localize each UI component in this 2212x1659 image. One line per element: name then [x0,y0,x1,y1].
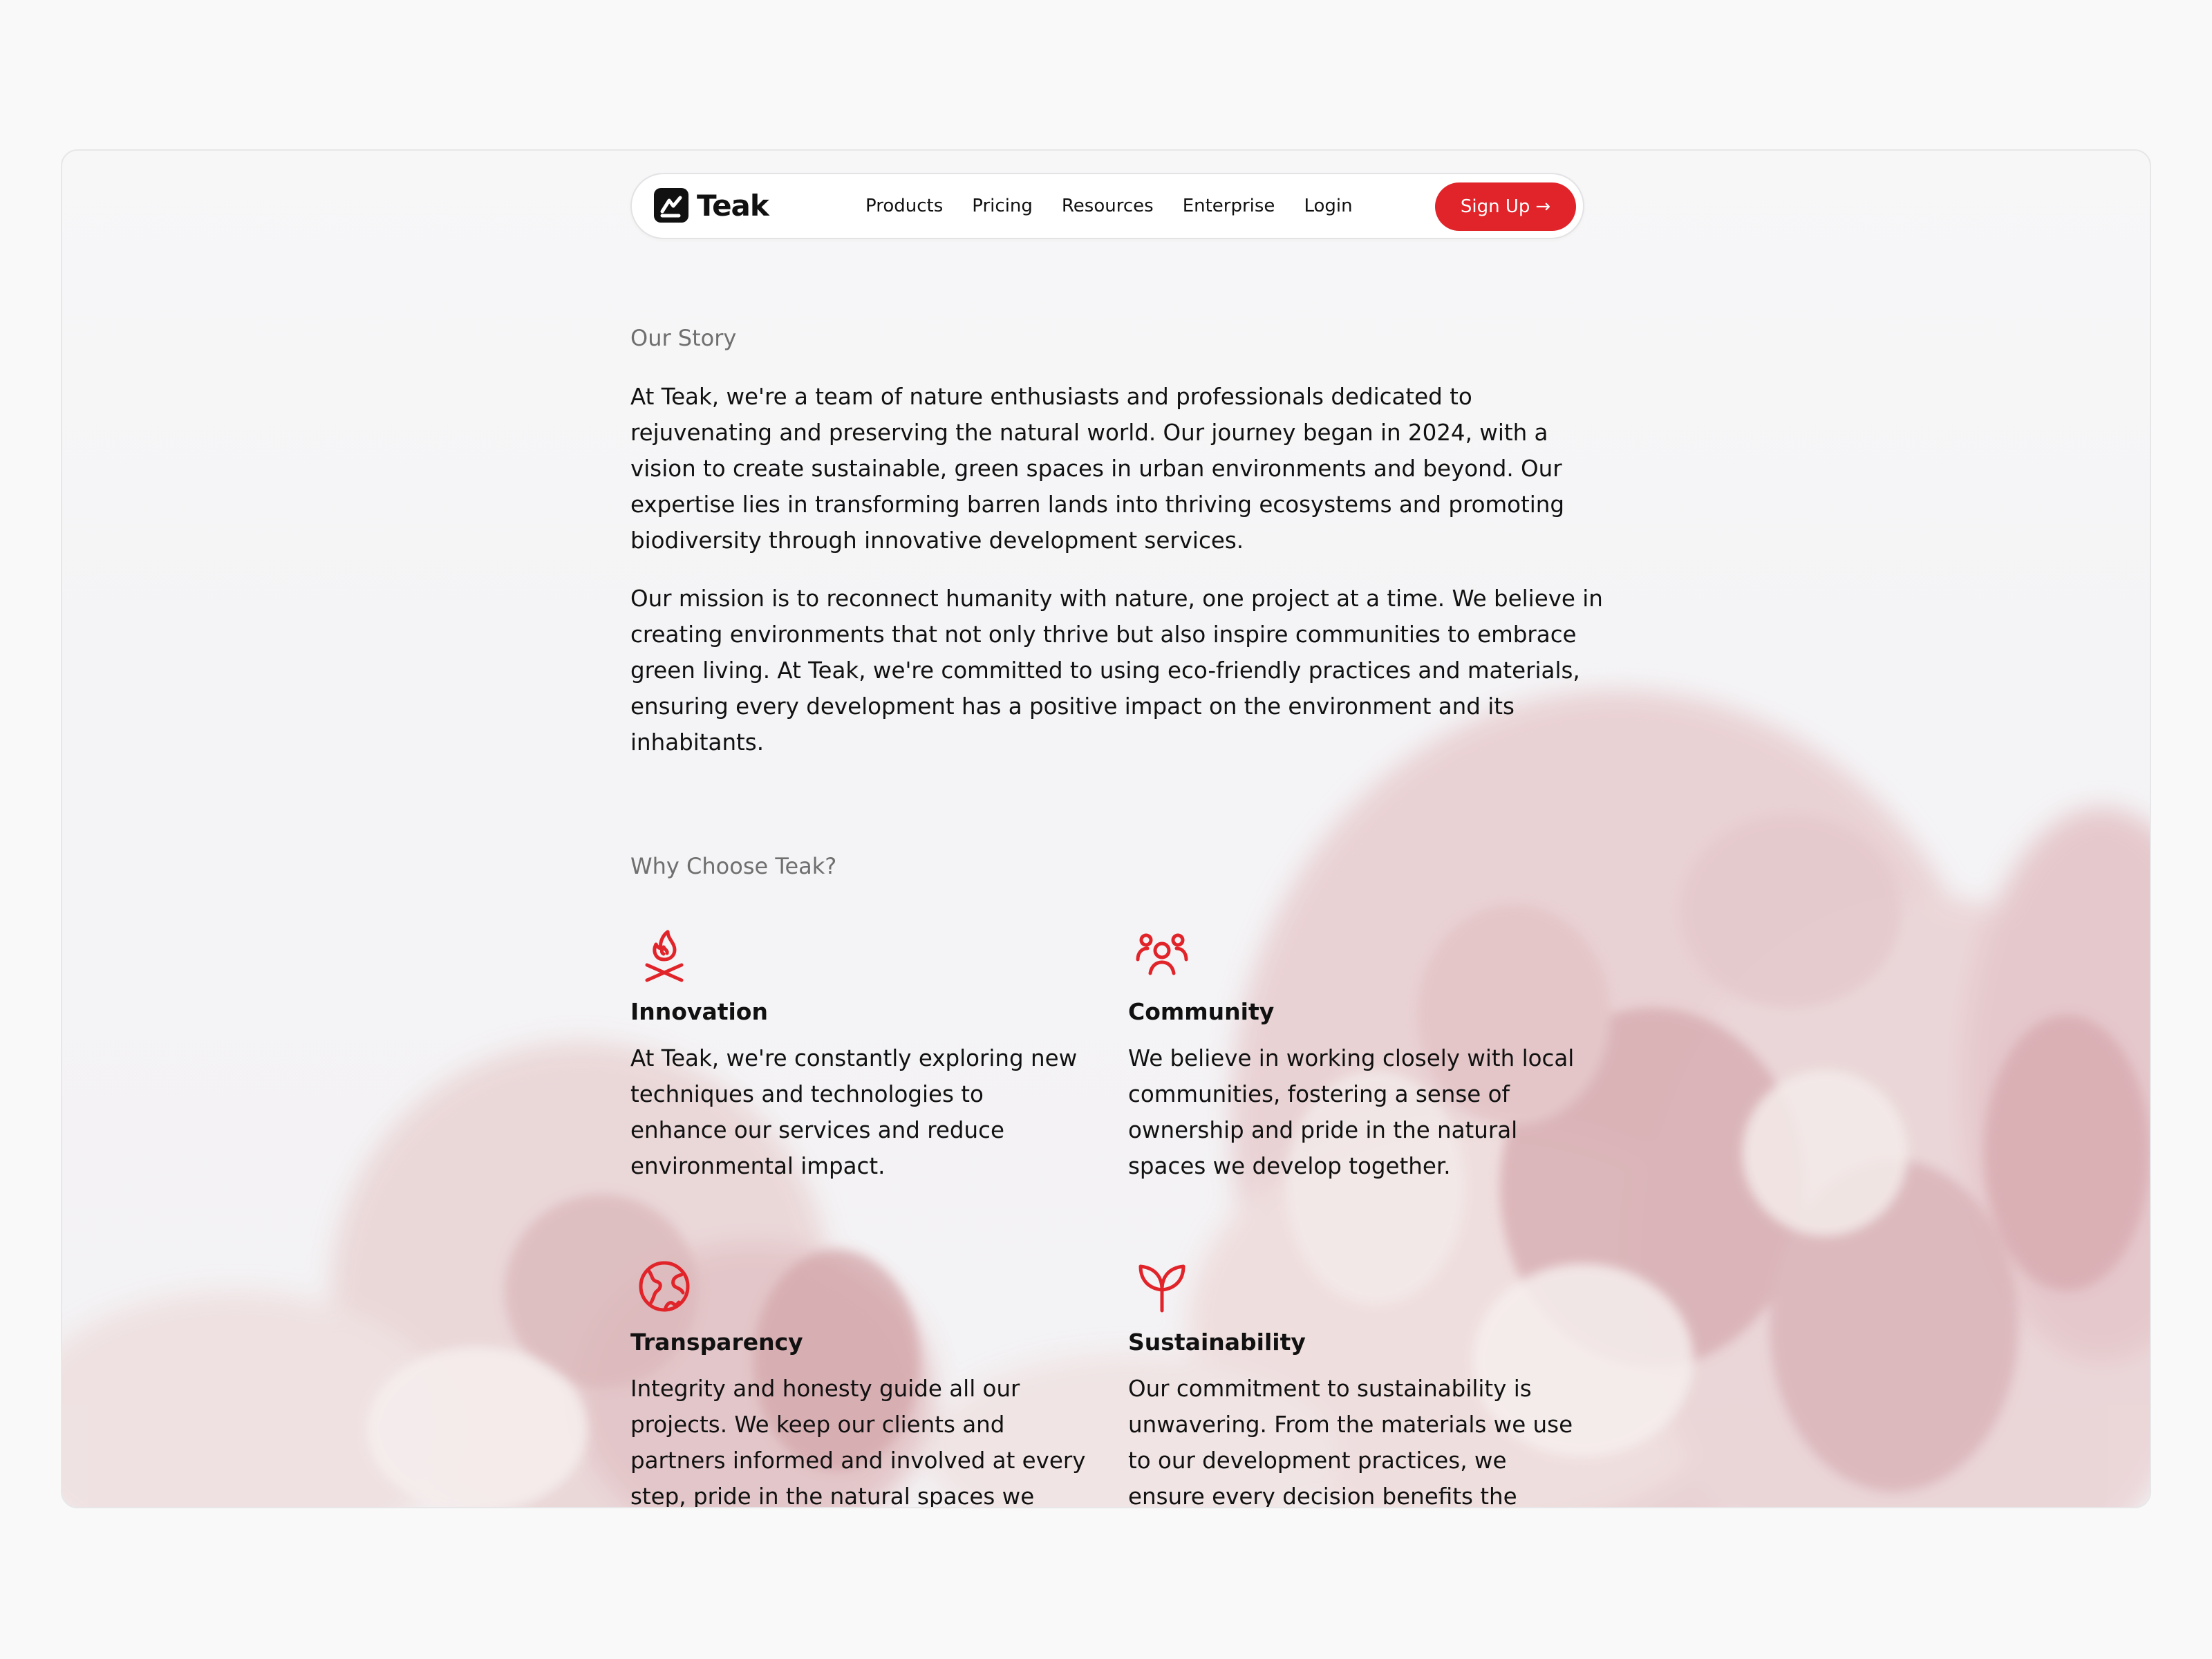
feature-description: Integrity and honesty guide all our proj… [630,1376,1086,1508]
brand-name: Teak [697,188,769,223]
feature-title: Transparency [630,1329,803,1356]
feature-title: Sustainability [1128,1329,1306,1356]
our-story-heading: Our Story [630,325,737,351]
feature-sustainability: Sustainability Our commitment to sustain… [1128,1255,1598,1508]
globe-icon [639,1261,690,1312]
campfire-icon [645,930,684,982]
feature-title: Innovation [630,998,768,1025]
teak-logo-icon [654,188,688,223]
story-paragraph-1: At Teak, we're a team of nature enthusia… [630,384,1565,554]
feature-community: Community We believe in working closely … [1128,925,1598,1184]
feature-description: At Teak, we're constantly exploring new … [630,1045,1078,1179]
feature-title: Community [1128,998,1275,1025]
sprout-icon [1138,1264,1185,1313]
nav-link-pricing[interactable]: Pricing [972,196,1033,216]
nav-link-resources[interactable]: Resources [1062,196,1154,216]
browser-frame: Teak Products Pricing Resources Enterpri… [61,149,2151,1508]
story-paragraph-2: Our mission is to reconnect humanity wit… [630,585,1603,756]
nav-link-enterprise[interactable]: Enterprise [1183,196,1275,216]
nav-link-login[interactable]: Login [1304,196,1352,216]
top-navigation-bar: Teak Products Pricing Resources Enterpri… [630,173,1584,239]
arrow-right-icon: → [1535,196,1551,217]
sign-up-button[interactable]: Sign Up → [1435,182,1576,231]
feature-transparency: Transparency Integrity and honesty guide… [630,1255,1100,1508]
nav-links: Products Pricing Resources Enterprise Lo… [865,174,1353,238]
feature-innovation: Innovation At Teak, we're constantly exp… [630,925,1100,1184]
community-icon [1136,933,1188,975]
why-choose-heading: Why Choose Teak? [630,853,837,879]
nav-link-products[interactable]: Products [865,196,943,216]
feature-description: Our commitment to sustainability is unwa… [1128,1376,1573,1508]
brand-logo[interactable]: Teak [654,188,769,223]
feature-description: We believe in working closely with local… [1128,1045,1575,1179]
sign-up-label: Sign Up [1460,196,1530,217]
